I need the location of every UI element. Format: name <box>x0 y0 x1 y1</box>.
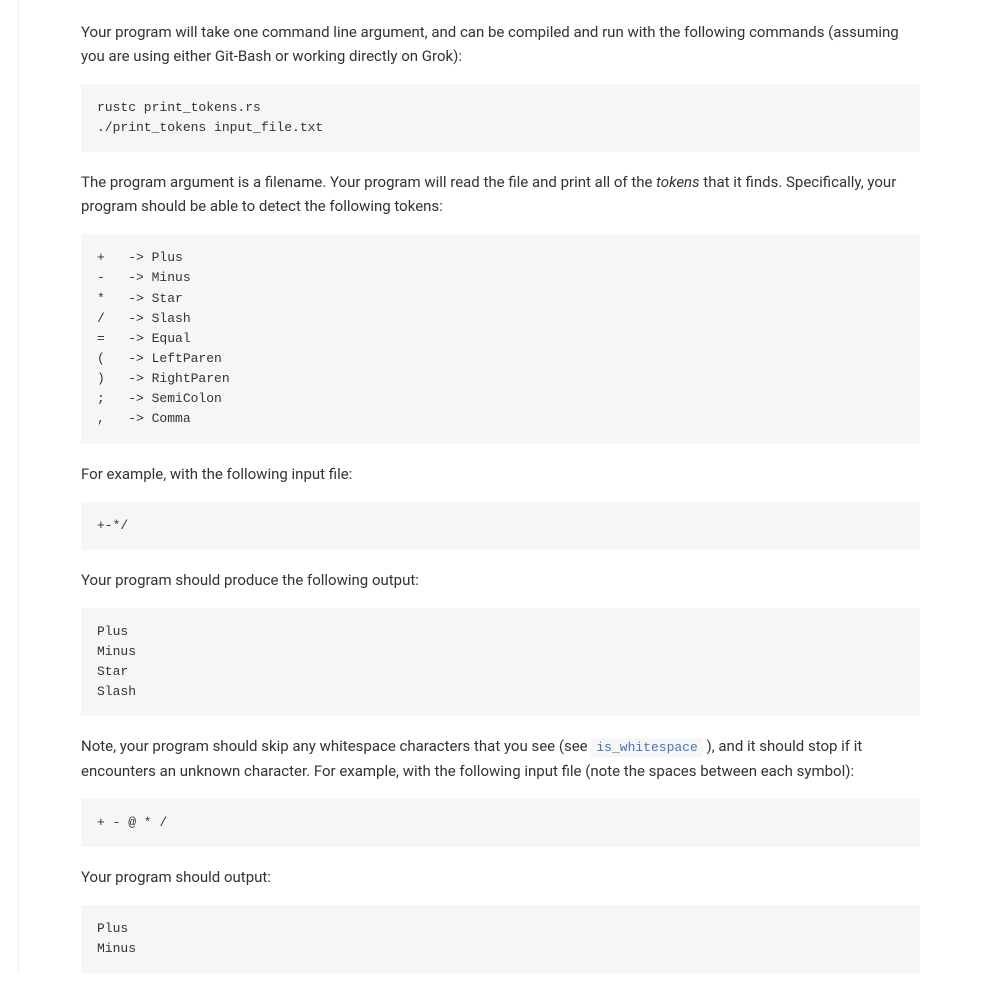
example-output-label: Your program should produce the followin… <box>81 568 920 592</box>
text-pre: Note, your program should skip any white… <box>81 737 591 755</box>
code-example-input-1: +-*/ <box>81 502 920 550</box>
code-example-input-2: + - @ * / <box>81 799 920 847</box>
whitespace-note-paragraph: Note, your program should skip any white… <box>81 734 920 783</box>
example-output-label-2: Your program should output: <box>81 865 920 889</box>
tokens-italic: tokens <box>656 173 699 191</box>
code-compile-run: rustc print_tokens.rs ./print_tokens inp… <box>81 84 920 152</box>
document-content: Your program will take one command line … <box>18 0 982 973</box>
text-pre: The program argument is a filename. Your… <box>81 173 656 191</box>
code-example-output-2: Plus Minus <box>81 905 920 973</box>
tokens-intro-paragraph: The program argument is a filename. Your… <box>81 170 920 218</box>
example-input-label: For example, with the following input fi… <box>81 462 920 486</box>
code-token-list: + -> Plus - -> Minus * -> Star / -> Slas… <box>81 234 920 443</box>
is-whitespace-code[interactable]: is_whitespace <box>591 738 702 757</box>
intro-paragraph: Your program will take one command line … <box>81 20 920 68</box>
code-example-output-1: Plus Minus Star Slash <box>81 608 920 717</box>
